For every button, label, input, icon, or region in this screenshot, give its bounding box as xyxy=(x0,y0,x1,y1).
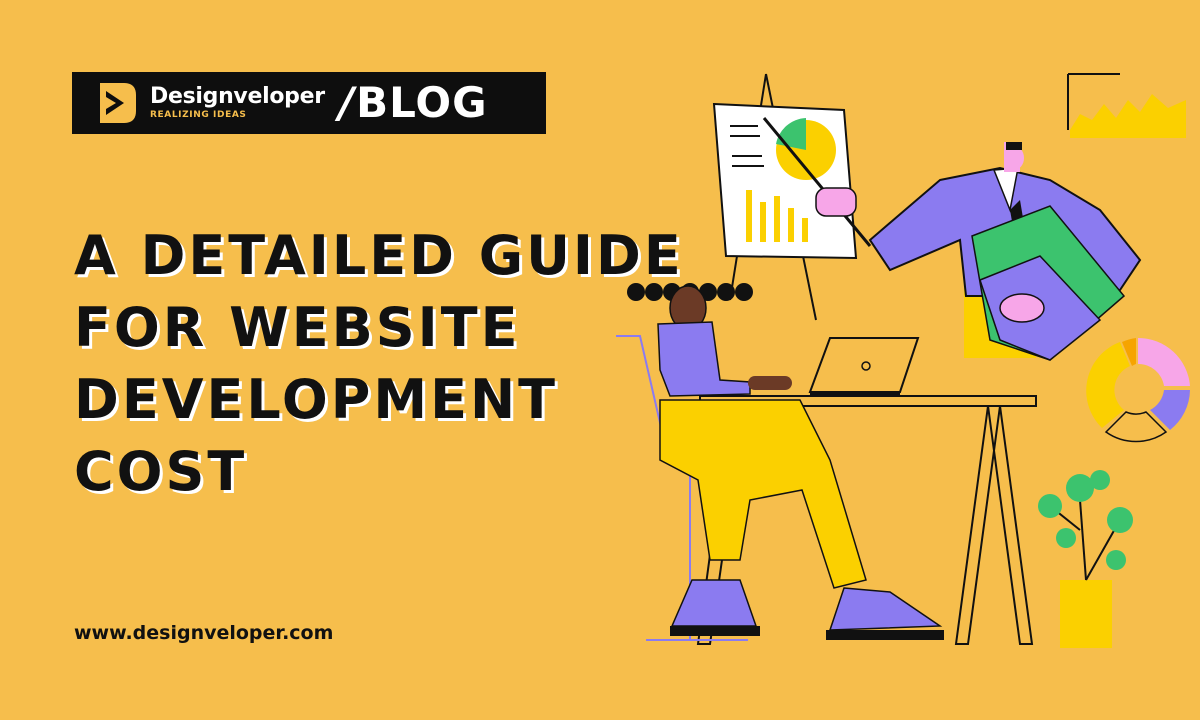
mini-chart xyxy=(1067,73,1186,138)
headline: A DETAILED GUIDE FOR WEBSITE DEVELOPMENT… xyxy=(74,220,684,508)
brand-tagline: REALIZING IDEAS xyxy=(150,110,247,120)
headline-line-2: FOR WEBSITE xyxy=(74,296,521,359)
donut-chart xyxy=(1086,337,1190,443)
presentation-board xyxy=(712,102,872,260)
seated-person xyxy=(627,283,944,640)
brand-separator: / xyxy=(338,78,355,127)
brand-text: Designveloper REALIZING IDEAS xyxy=(150,85,325,121)
laptop xyxy=(808,337,920,395)
website-url[interactable]: www.designveloper.com xyxy=(74,622,333,644)
designveloper-logo-icon xyxy=(100,83,136,123)
potted-plant xyxy=(1038,470,1133,648)
brand-name: Designveloper xyxy=(150,84,325,109)
office-illustration xyxy=(616,73,1190,648)
headline-line-3: DEVELOPMENT xyxy=(74,368,559,431)
headline-line-1: A DETAILED GUIDE xyxy=(74,224,684,287)
presenter-person xyxy=(815,142,1142,361)
brand-bar: Designveloper REALIZING IDEAS / BLOG xyxy=(72,72,546,134)
blog-label: BLOG xyxy=(356,78,488,127)
headline-line-4: COST xyxy=(74,440,248,503)
